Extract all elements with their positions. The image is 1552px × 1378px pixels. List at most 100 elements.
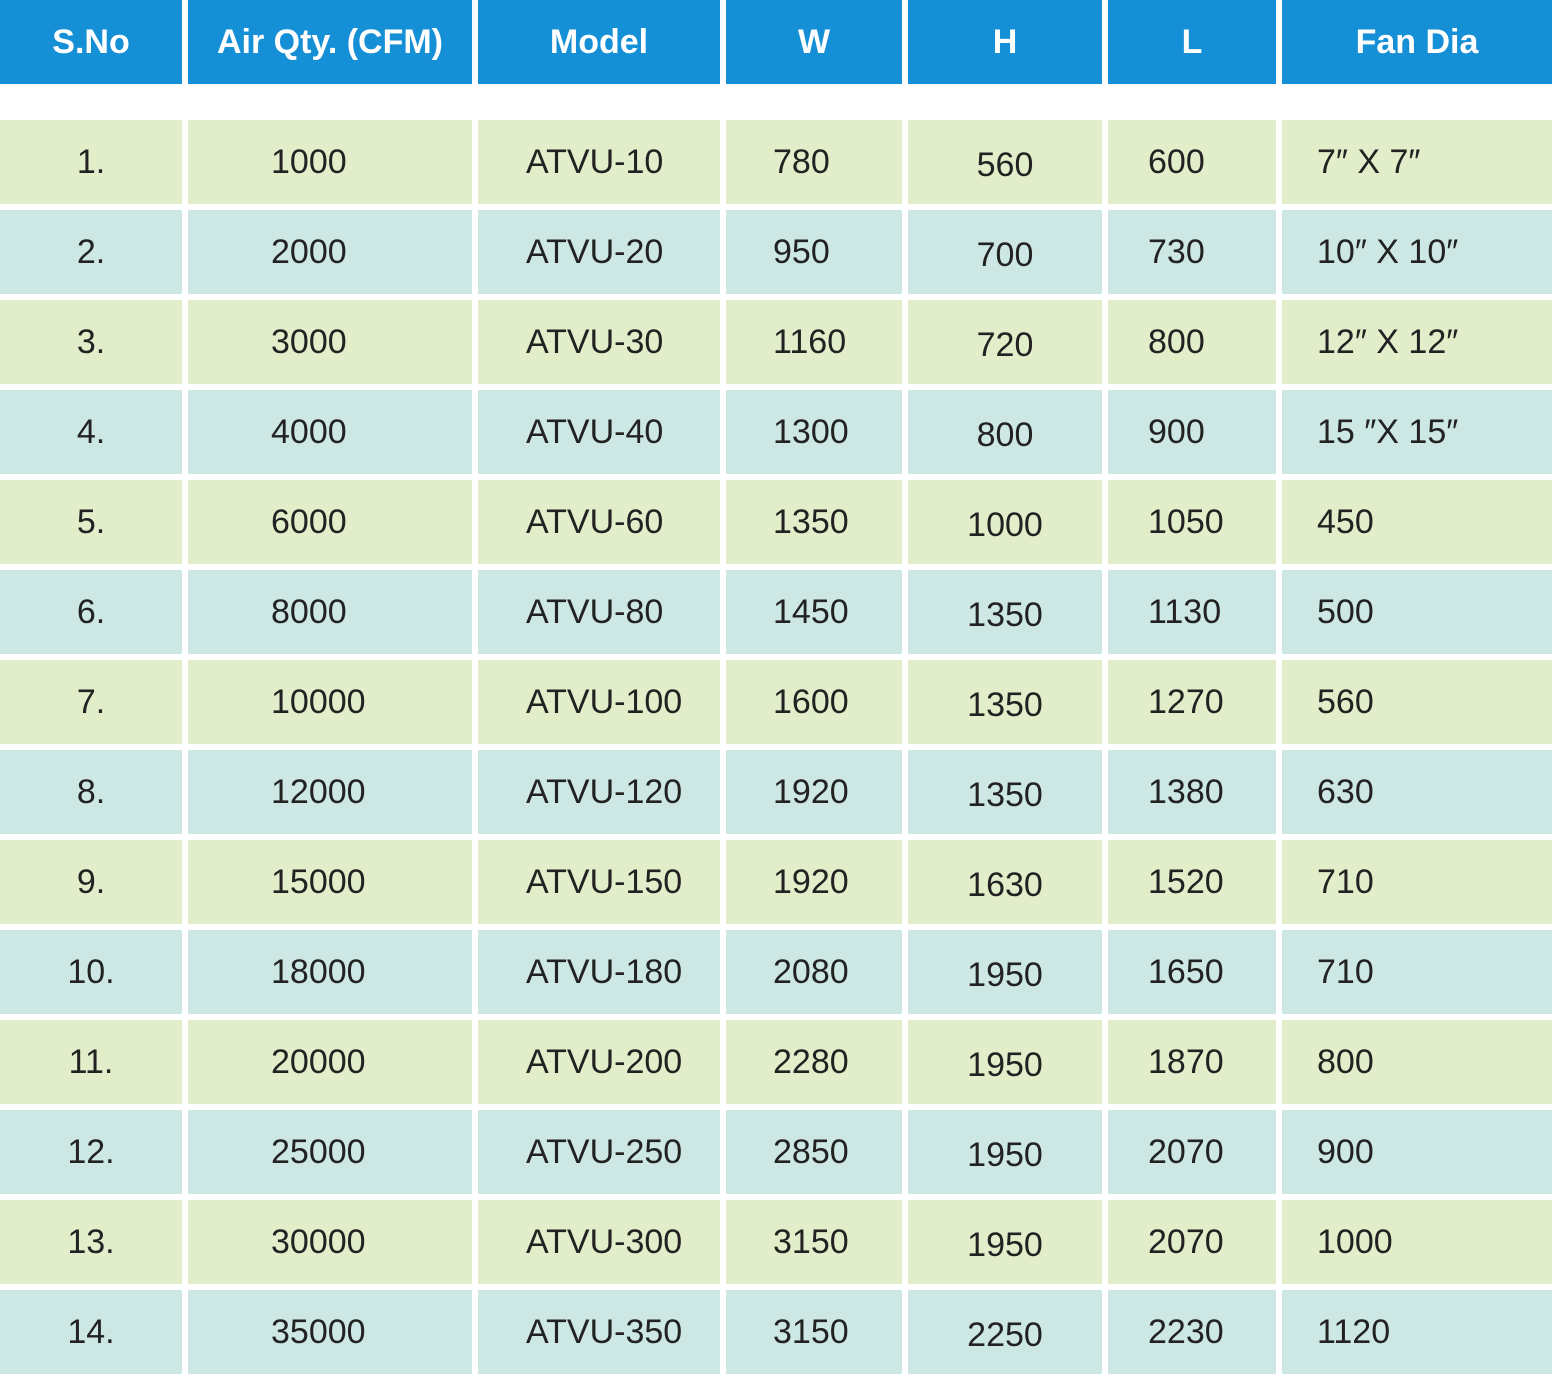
cell-air-qty: 20000 [188, 1020, 472, 1104]
cell-l: 1270 [1108, 660, 1276, 744]
cell-l: 1520 [1108, 840, 1276, 924]
cell-w: 2280 [726, 1020, 902, 1104]
table-row: 1. 1000 ATVU-10 780 560 600 7″ X 7″ [0, 120, 1552, 204]
cell-w: 3150 [726, 1290, 902, 1374]
cell-l: 1130 [1108, 570, 1276, 654]
cell-h: 720 [908, 300, 1102, 384]
table-row: 5. 6000 ATVU-60 1350 1000 1050 450 [0, 480, 1552, 564]
cell-air-qty: 3000 [188, 300, 472, 384]
cell-fan-dia: 560 [1282, 660, 1552, 744]
cell-w: 3150 [726, 1200, 902, 1284]
table-row: 13. 30000 ATVU-300 3150 1950 2070 1000 [0, 1200, 1552, 1284]
cell-model: ATVU-300 [478, 1200, 720, 1284]
cell-air-qty: 25000 [188, 1110, 472, 1194]
cell-model: ATVU-10 [478, 120, 720, 204]
cell-air-qty: 4000 [188, 390, 472, 474]
cell-h: 1950 [908, 1200, 1102, 1284]
cell-fan-dia: 12″ X 12″ [1282, 300, 1552, 384]
cell-h: 1950 [908, 930, 1102, 1014]
cell-l: 1050 [1108, 480, 1276, 564]
cell-air-qty: 35000 [188, 1290, 472, 1374]
table-row: 9. 15000 ATVU-150 1920 1630 1520 710 [0, 840, 1552, 924]
cell-sno: 1. [0, 120, 182, 204]
cell-model: ATVU-150 [478, 840, 720, 924]
cell-fan-dia: 900 [1282, 1110, 1552, 1194]
cell-model: ATVU-350 [478, 1290, 720, 1374]
table-row: 14. 35000 ATVU-350 3150 2250 2230 1120 [0, 1290, 1552, 1374]
cell-l: 2230 [1108, 1290, 1276, 1374]
cell-model: ATVU-100 [478, 660, 720, 744]
header-sno: S.No [0, 0, 182, 84]
cell-fan-dia: 1120 [1282, 1290, 1552, 1374]
table-row: 12. 25000 ATVU-250 2850 1950 2070 900 [0, 1110, 1552, 1194]
cell-air-qty: 8000 [188, 570, 472, 654]
cell-h: 1950 [908, 1020, 1102, 1104]
cell-fan-dia: 710 [1282, 930, 1552, 1014]
cell-h: 560 [908, 120, 1102, 204]
cell-h: 1630 [908, 840, 1102, 924]
cell-air-qty: 15000 [188, 840, 472, 924]
header-w: W [726, 0, 902, 84]
cell-air-qty: 1000 [188, 120, 472, 204]
cell-model: ATVU-80 [478, 570, 720, 654]
cell-w: 1350 [726, 480, 902, 564]
cell-model: ATVU-120 [478, 750, 720, 834]
cell-fan-dia: 15 ″X 15″ [1282, 390, 1552, 474]
cell-sno: 8. [0, 750, 182, 834]
cell-fan-dia: 10″ X 10″ [1282, 210, 1552, 294]
cell-l: 1870 [1108, 1020, 1276, 1104]
cell-air-qty: 10000 [188, 660, 472, 744]
cell-l: 1650 [1108, 930, 1276, 1014]
cell-h: 1350 [908, 660, 1102, 744]
cell-h: 2250 [908, 1290, 1102, 1374]
cell-sno: 9. [0, 840, 182, 924]
table-header-row: S.No Air Qty. (CFM) Model W H L Fan Dia [0, 0, 1552, 84]
cell-w: 1920 [726, 750, 902, 834]
cell-air-qty: 18000 [188, 930, 472, 1014]
table-row: 6. 8000 ATVU-80 1450 1350 1130 500 [0, 570, 1552, 654]
cell-sno: 14. [0, 1290, 182, 1374]
cell-sno: 4. [0, 390, 182, 474]
cell-fan-dia: 710 [1282, 840, 1552, 924]
cell-l: 1380 [1108, 750, 1276, 834]
cell-w: 1300 [726, 390, 902, 474]
cell-h: 700 [908, 210, 1102, 294]
table-row: 11. 20000 ATVU-200 2280 1950 1870 800 [0, 1020, 1552, 1104]
cell-model: ATVU-60 [478, 480, 720, 564]
cell-fan-dia: 7″ X 7″ [1282, 120, 1552, 204]
cell-sno: 6. [0, 570, 182, 654]
cell-sno: 7. [0, 660, 182, 744]
cell-model: ATVU-40 [478, 390, 720, 474]
header-h: H [908, 0, 1102, 84]
cell-fan-dia: 1000 [1282, 1200, 1552, 1284]
cell-h: 1000 [908, 480, 1102, 564]
cell-fan-dia: 500 [1282, 570, 1552, 654]
spec-table: S.No Air Qty. (CFM) Model W H L Fan Dia … [0, 0, 1552, 1378]
cell-sno: 3. [0, 300, 182, 384]
cell-model: ATVU-30 [478, 300, 720, 384]
header-fan-dia: Fan Dia [1282, 0, 1552, 84]
cell-w: 1600 [726, 660, 902, 744]
cell-fan-dia: 630 [1282, 750, 1552, 834]
cell-sno: 13. [0, 1200, 182, 1284]
header-air-qty: Air Qty. (CFM) [188, 0, 472, 84]
cell-fan-dia: 450 [1282, 480, 1552, 564]
cell-air-qty: 6000 [188, 480, 472, 564]
cell-h: 1350 [908, 570, 1102, 654]
cell-model: ATVU-180 [478, 930, 720, 1014]
cell-l: 2070 [1108, 1110, 1276, 1194]
cell-air-qty: 30000 [188, 1200, 472, 1284]
table-row: 3. 3000 ATVU-30 1160 720 800 12″ X 12″ [0, 300, 1552, 384]
cell-sno: 10. [0, 930, 182, 1014]
cell-w: 1160 [726, 300, 902, 384]
cell-l: 900 [1108, 390, 1276, 474]
table-row: 10. 18000 ATVU-180 2080 1950 1650 710 [0, 930, 1552, 1014]
cell-w: 1920 [726, 840, 902, 924]
cell-sno: 12. [0, 1110, 182, 1194]
table-row: 8. 12000 ATVU-120 1920 1350 1380 630 [0, 750, 1552, 834]
cell-sno: 11. [0, 1020, 182, 1104]
table-row: 2. 2000 ATVU-20 950 700 730 10″ X 10″ [0, 210, 1552, 294]
cell-air-qty: 12000 [188, 750, 472, 834]
cell-w: 780 [726, 120, 902, 204]
header-model: Model [478, 0, 720, 84]
